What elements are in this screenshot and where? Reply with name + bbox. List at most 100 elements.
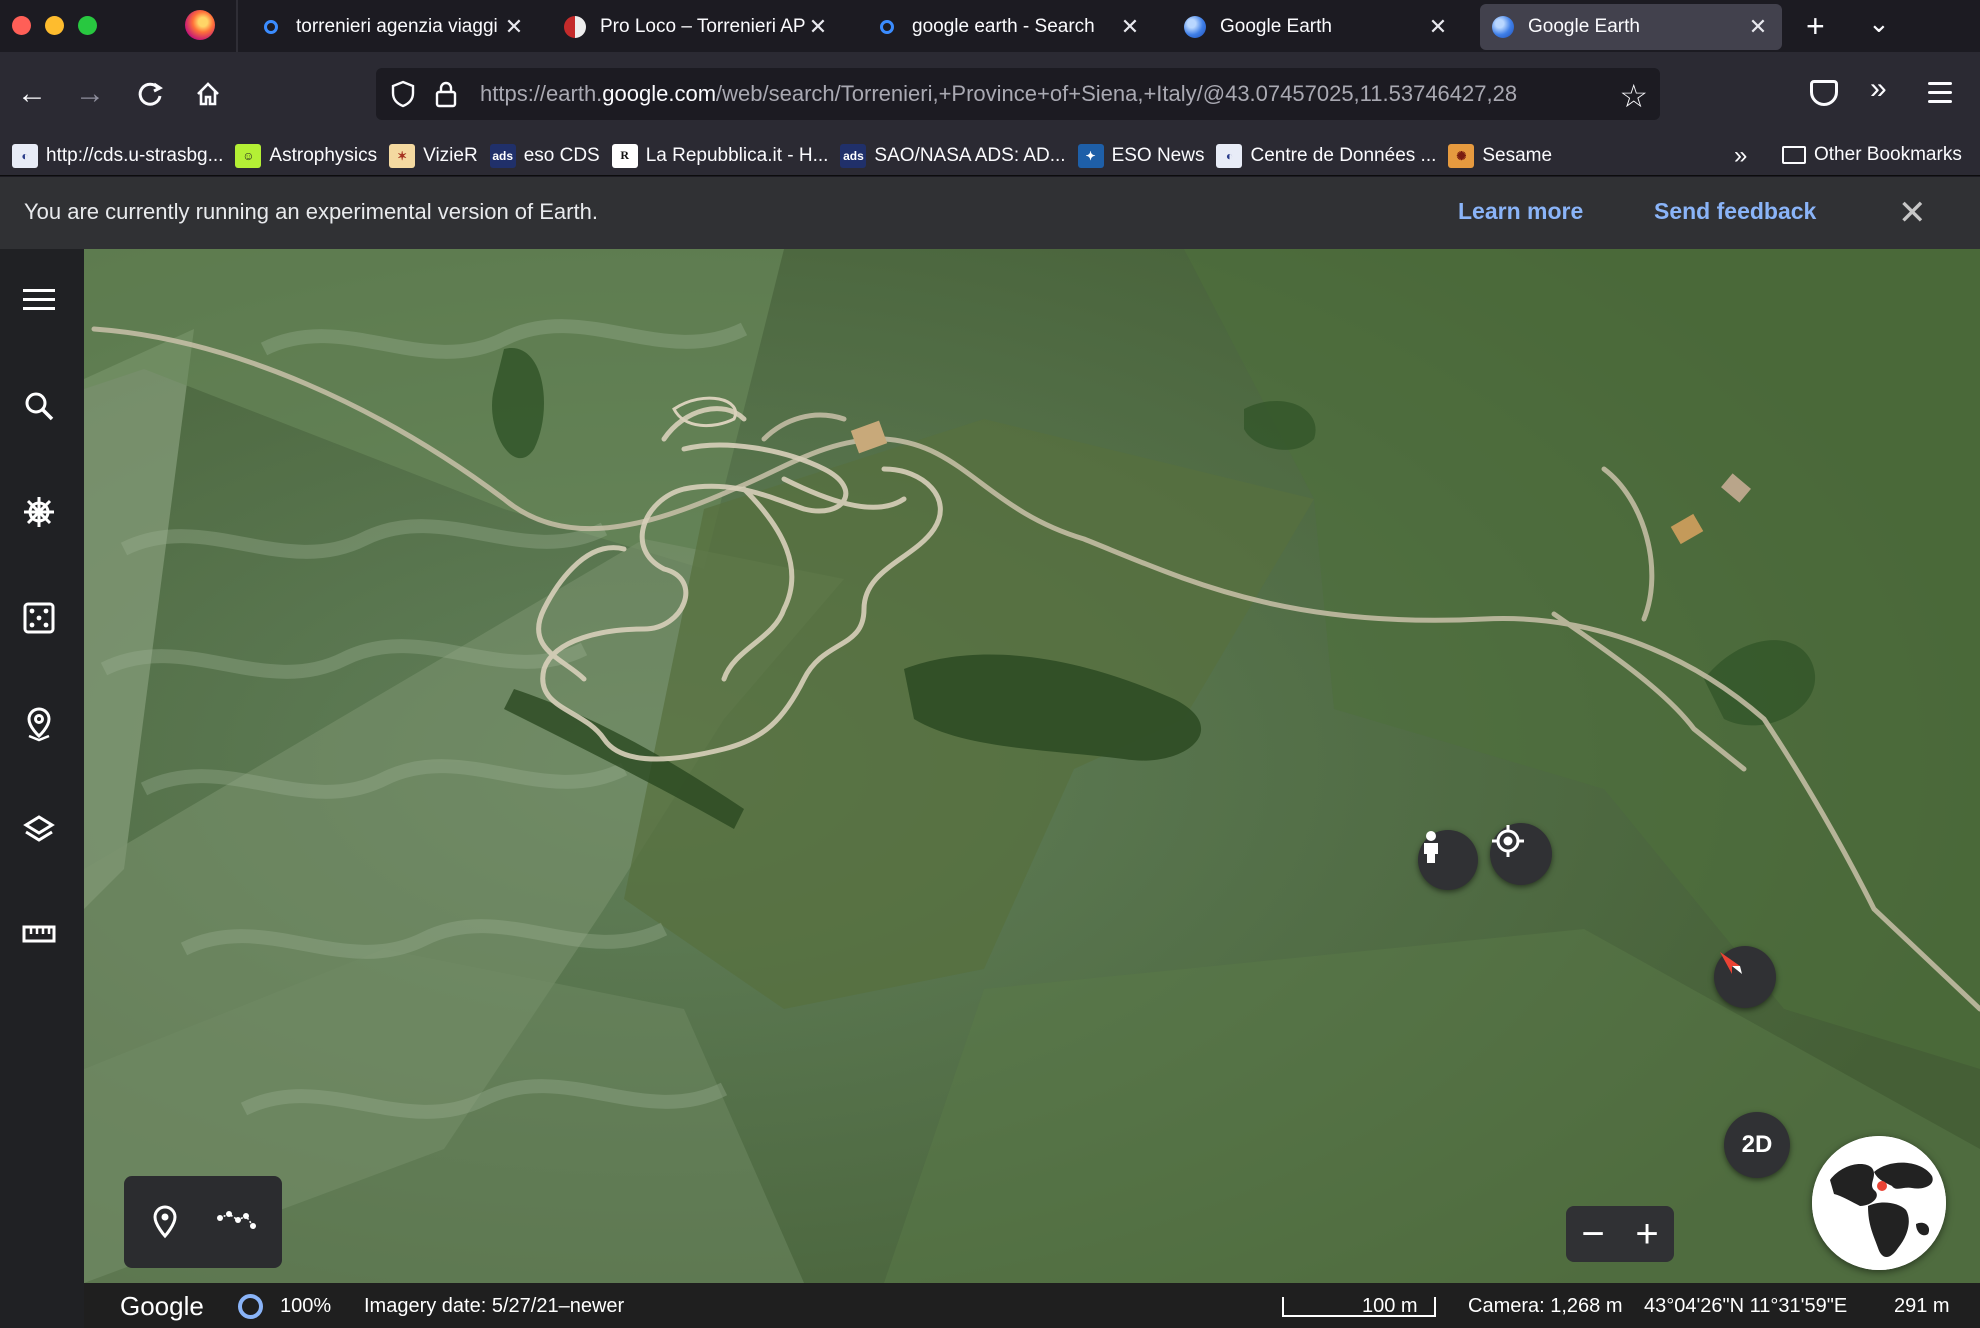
home-icon[interactable] — [186, 72, 230, 116]
main-menu-icon[interactable] — [18, 279, 60, 321]
tab-label: Google Earth — [1528, 16, 1640, 37]
tab-strip: torrenieri agenzia viaggi ✕ Pro Loco – T… — [0, 0, 1980, 52]
tab-close-icon[interactable]: ✕ — [502, 14, 526, 40]
folder-icon — [1782, 146, 1806, 164]
smiley-favicon-icon: ☺ — [235, 143, 262, 168]
bookmark-cds[interactable]: ◐ http://cds.u-strasbg... — [12, 143, 224, 168]
loading-ring-icon — [238, 1294, 263, 1319]
google-earth-favicon-icon — [1492, 16, 1514, 38]
close-banner-icon[interactable]: ✕ — [1898, 193, 1927, 233]
send-feedback-link[interactable]: Send feedback — [1654, 198, 1816, 225]
satellite-map-view[interactable] — [84, 249, 1980, 1283]
compass-icon[interactable] — [1714, 946, 1776, 1008]
bookmark-label: SAO/NASA ADS: AD... — [874, 144, 1066, 166]
window-close-button[interactable] — [12, 16, 31, 35]
zoom-in-button[interactable]: + — [1620, 1206, 1674, 1262]
satellite-imagery[interactable] — [84, 249, 1980, 1283]
cds-favicon-icon: ◐ — [1216, 143, 1243, 168]
experimental-version-banner: You are currently running an experimenta… — [0, 177, 1980, 249]
pocket-icon[interactable] — [1810, 80, 1838, 106]
bookmark-label: ESO News — [1111, 144, 1205, 166]
more-bookmarks-chevron-icon[interactable]: » — [1734, 142, 1747, 170]
search-icon — [264, 20, 278, 34]
back-arrow-icon[interactable]: ← — [10, 72, 54, 116]
more-tools-chevron-icon[interactable]: » — [1870, 72, 1887, 106]
cursor-coordinates: 43°04'26"N 11°31'59"E — [1644, 1295, 1848, 1317]
bookmark-star-icon[interactable]: ☆ — [1619, 77, 1648, 115]
firefox-logo-icon[interactable] — [185, 10, 215, 40]
app-menu-icon[interactable] — [1928, 82, 1952, 109]
feeling-lucky-dice-icon[interactable] — [18, 597, 60, 639]
other-bookmarks-label: Other Bookmarks — [1814, 144, 1962, 165]
toggle-2d-button[interactable]: 2D — [1724, 1112, 1790, 1178]
sesame-favicon-icon: ✺ — [1448, 143, 1475, 168]
tab-label: torrenieri agenzia viaggi — [296, 16, 498, 37]
camera-altitude: Camera: 1,268 m — [1468, 1295, 1623, 1317]
tab-torrenieri-agenzia[interactable]: torrenieri agenzia viaggi ✕ — [248, 4, 538, 50]
add-placemark-icon[interactable] — [150, 1204, 180, 1245]
bookmark-astrophysics[interactable]: ☺ Astrophysics — [235, 143, 377, 168]
bookmark-label: http://cds.u-strasbg... — [46, 144, 224, 166]
bookmarks-toolbar: ◐ http://cds.u-strasbg... ☺ Astrophysics ✶… — [0, 136, 1980, 176]
eso-favicon-icon: ✦ — [1077, 143, 1104, 168]
url-text[interactable]: https://earth.google.com/web/search/Torr… — [480, 81, 1566, 107]
window-minimize-button[interactable] — [45, 16, 64, 35]
list-all-tabs-chevron-icon[interactable]: ⌄ — [1868, 8, 1890, 39]
tab-close-icon[interactable]: ✕ — [1746, 14, 1770, 40]
lock-icon[interactable] — [434, 80, 458, 108]
tab-close-icon[interactable]: ✕ — [1118, 14, 1142, 40]
cds-favicon-icon: ◐ — [12, 143, 38, 168]
tab-label: Pro Loco – Torrenieri APS — [600, 16, 806, 37]
voyager-ship-wheel-icon[interactable] — [18, 491, 60, 533]
google-earth-favicon-icon — [1184, 16, 1206, 38]
add-placemark-toolbar — [124, 1176, 282, 1268]
tab-divider — [236, 0, 238, 52]
draw-path-icon[interactable] — [216, 1208, 256, 1239]
bookmark-repubblica[interactable]: R La Repubblica.it - H... — [611, 143, 828, 168]
bookmark-vizier[interactable]: ✶ VizieR — [389, 143, 478, 168]
tab-label: google earth - Search — [912, 16, 1095, 37]
zoom-out-button[interactable]: − — [1566, 1206, 1620, 1262]
url-prefix: https://earth. — [480, 81, 603, 106]
banner-message: You are currently running an experimenta… — [24, 199, 598, 224]
new-tab-plus-icon[interactable]: + — [1806, 8, 1825, 45]
bookmark-nasa-ads[interactable]: ads SAO/NASA ADS: AD... — [840, 143, 1066, 168]
my-location-icon[interactable] — [1490, 823, 1552, 885]
earth-status-bar: Google 100% Imagery date: 5/27/21–newer … — [84, 1283, 1980, 1328]
reload-icon[interactable] — [128, 72, 172, 116]
tracking-protection-shield-icon[interactable] — [390, 80, 416, 108]
tab-google-earth-active[interactable]: Google Earth ✕ — [1480, 4, 1782, 50]
bookmark-label: Sesame — [1482, 144, 1553, 166]
other-bookmarks-folder[interactable]: Other Bookmarks — [1782, 144, 1962, 166]
bookmark-label: VizieR — [423, 144, 478, 166]
google-logo: Google — [120, 1291, 204, 1321]
tab-close-icon[interactable]: ✕ — [806, 14, 830, 40]
search-icon[interactable] — [18, 385, 60, 427]
proloco-favicon-icon — [564, 16, 586, 38]
bookmark-eso-news[interactable]: ✦ ESO News — [1077, 143, 1205, 168]
imagery-date[interactable]: Imagery date: 5/27/21–newer — [364, 1295, 624, 1318]
bookmark-centre-donnees[interactable]: ◐ Centre de Données ... — [1216, 143, 1437, 168]
url-domain: google.com — [602, 81, 717, 106]
bookmark-label: Centre de Données ... — [1250, 144, 1437, 166]
scale-label: 100 m — [1362, 1295, 1418, 1317]
map-style-layers-icon[interactable] — [18, 809, 60, 851]
tab-close-icon[interactable]: ✕ — [1426, 14, 1450, 40]
bookmark-eso-cds[interactable]: ads eso CDS — [489, 143, 600, 168]
tab-pro-loco[interactable]: Pro Loco – Torrenieri APS ✕ — [552, 4, 842, 50]
earth-side-rail — [0, 249, 84, 1328]
address-bar[interactable]: https://earth.google.com/web/search/Torr… — [376, 68, 1660, 120]
zoom-controls: − + — [1566, 1206, 1674, 1262]
mini-globe-icon[interactable] — [1812, 1136, 1946, 1270]
ads-favicon-icon: ads — [840, 143, 867, 168]
projects-pin-icon[interactable] — [18, 703, 60, 745]
bookmark-sesame[interactable]: ✺ Sesame — [1448, 143, 1553, 168]
ground-elevation: 291 m — [1894, 1295, 1950, 1317]
forward-arrow-icon[interactable]: → — [68, 72, 112, 116]
tab-google-earth[interactable]: Google Earth ✕ — [1172, 4, 1462, 50]
measure-ruler-icon[interactable] — [18, 913, 60, 955]
window-zoom-button[interactable] — [78, 16, 97, 35]
learn-more-link[interactable]: Learn more — [1458, 198, 1583, 225]
street-view-pegman-icon[interactable] — [1418, 830, 1478, 890]
tab-google-earth-search[interactable]: google earth - Search ✕ — [864, 4, 1154, 50]
